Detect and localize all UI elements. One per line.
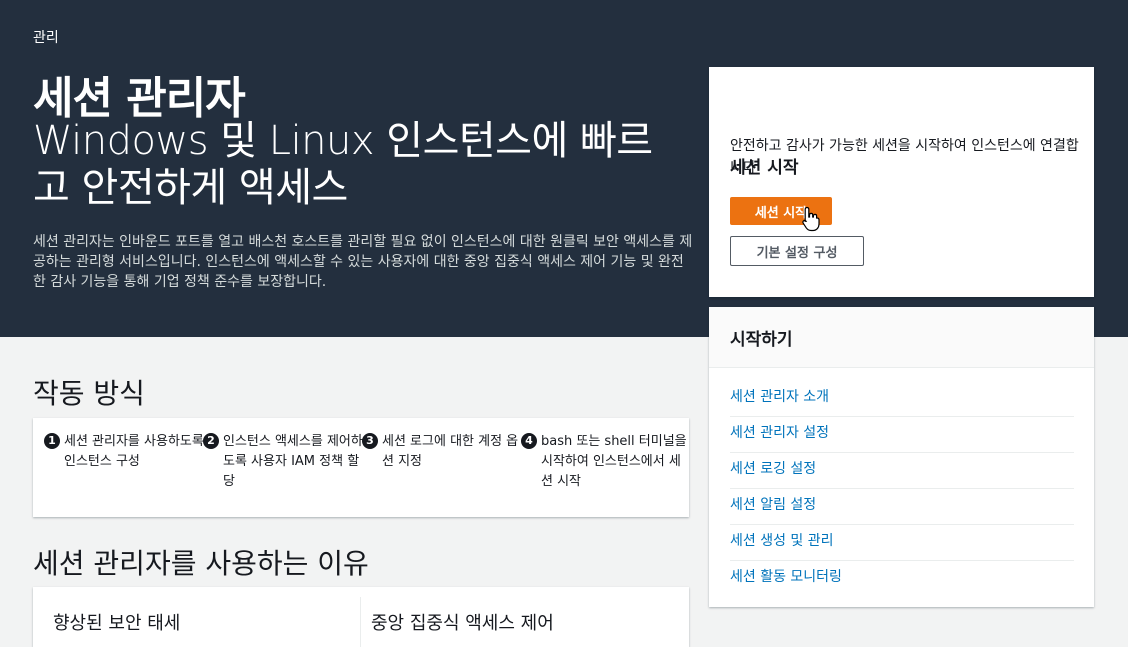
start-session-panel: 세션 시작 안전하고 감사가 가능한 세션을 시작하여 인스턴스에 연결합니다 … bbox=[709, 67, 1094, 297]
step-text: bash 또는 shell 터미널을 시작하여 인스턴스에서 세션 시작 bbox=[541, 434, 687, 489]
breadcrumb[interactable]: 관리 bbox=[33, 27, 59, 47]
step-1: 1 세션 관리자를 사용하도록 인스턴스 구성 bbox=[44, 432, 212, 472]
how-it-works-title: 작동 방식 bbox=[33, 377, 145, 410]
link-session-notification-setup[interactable]: 세션 알림 설정 bbox=[730, 490, 1074, 525]
getting-started-panel: 시작하기 세션 관리자 소개 세션 관리자 설정 세션 로깅 설정 세션 알림 … bbox=[709, 307, 1094, 607]
step-text: 세션 로그에 대한 계정 옵션 지정 bbox=[382, 434, 519, 469]
page-description: 세션 관리자는 인바운드 포트를 열고 배스천 호스트를 관리할 필요 없이 인… bbox=[33, 234, 693, 290]
page-subtitle: Windows 및 Linux 인스턴스에 빠르고 안전하게 액세스 bbox=[33, 118, 653, 211]
benefit-access-control: 중앙 집중식 액세스 제어 bbox=[371, 613, 554, 634]
hand-pointer-icon bbox=[802, 206, 820, 232]
why-use-title: 세션 관리자를 사용하는 이유 bbox=[33, 547, 369, 580]
getting-started-title: 시작하기 bbox=[730, 330, 793, 350]
how-it-works-panel: 1 세션 관리자를 사용하도록 인스턴스 구성 2 인스턴스 액세스를 제어하도… bbox=[33, 418, 689, 517]
link-session-logging-setup[interactable]: 세션 로깅 설정 bbox=[730, 454, 1074, 489]
link-session-manager-setup[interactable]: 세션 관리자 설정 bbox=[730, 418, 1074, 453]
step-number: 3 bbox=[362, 433, 378, 449]
benefit-security: 향상된 보안 태세 bbox=[53, 613, 181, 634]
getting-started-links: 세션 관리자 소개 세션 관리자 설정 세션 로깅 설정 세션 알림 설정 세션… bbox=[730, 382, 1074, 597]
start-session-description: 안전하고 감사가 가능한 세션을 시작하여 인스턴스에 연결합니다 bbox=[730, 138, 1079, 176]
step-3: 3 세션 로그에 대한 계정 옵션 지정 bbox=[362, 432, 530, 472]
step-text: 세션 관리자를 사용하도록 인스턴스 구성 bbox=[64, 434, 204, 469]
link-create-manage-sessions[interactable]: 세션 생성 및 관리 bbox=[730, 526, 1074, 561]
step-number: 4 bbox=[521, 433, 537, 449]
step-4: 4 bash 또는 shell 터미널을 시작하여 인스턴스에서 세션 시작 bbox=[521, 432, 689, 492]
step-number: 2 bbox=[203, 433, 219, 449]
page-title: 세션 관리자 bbox=[33, 73, 246, 124]
getting-started-header: 시작하기 bbox=[709, 307, 1094, 368]
step-number: 1 bbox=[44, 433, 60, 449]
why-use-panel: 향상된 보안 태세 중앙 집중식 액세스 제어 bbox=[33, 587, 689, 647]
column-divider bbox=[360, 597, 361, 647]
link-session-manager-intro[interactable]: 세션 관리자 소개 bbox=[730, 382, 1074, 417]
step-text: 인스턴스 액세스를 제어하도록 사용자 IAM 정책 할당 bbox=[223, 434, 363, 489]
link-monitor-session-activity[interactable]: 세션 활동 모니터링 bbox=[730, 562, 1074, 597]
step-2: 2 인스턴스 액세스를 제어하도록 사용자 IAM 정책 할당 bbox=[203, 432, 371, 492]
configure-preferences-button[interactable]: 기본 설정 구성 bbox=[730, 236, 864, 266]
